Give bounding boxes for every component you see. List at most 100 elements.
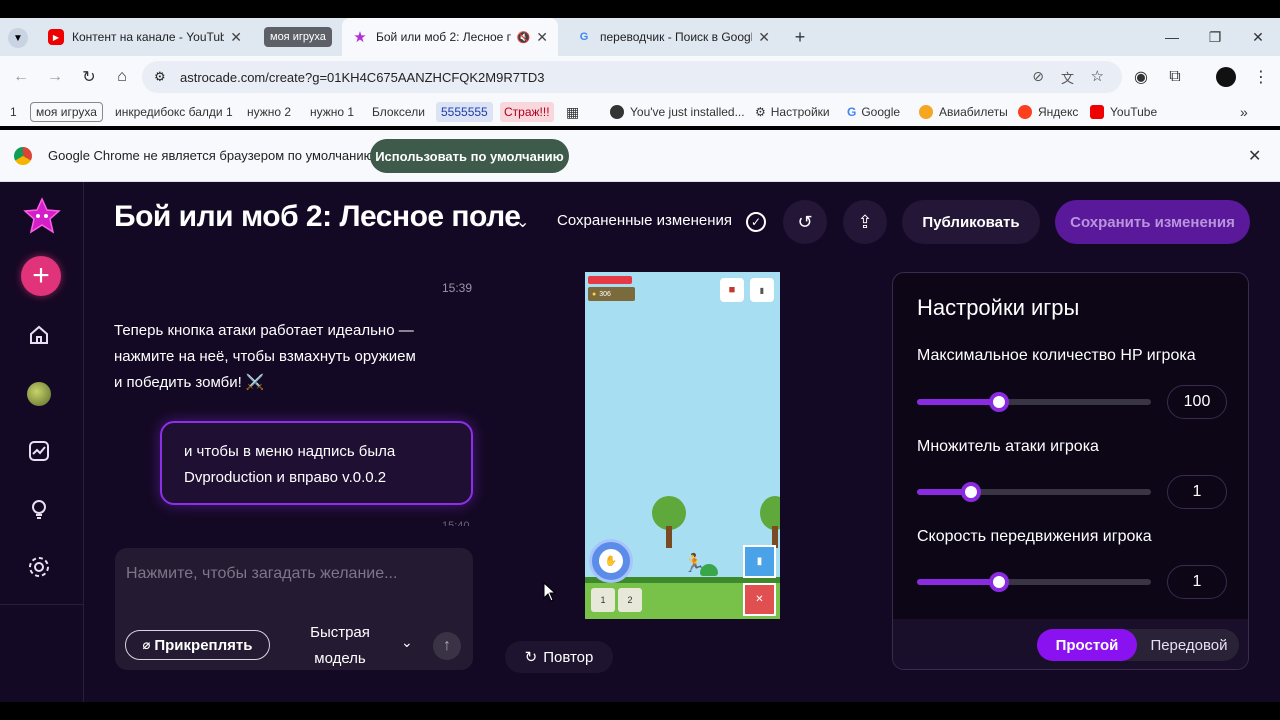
minimize-button[interactable]: — bbox=[1150, 18, 1194, 56]
refresh-icon: ↻ bbox=[524, 649, 538, 666]
save-changes-button[interactable]: Сохранить изменения bbox=[1055, 200, 1250, 244]
speed-value-input[interactable]: 1 bbox=[1167, 565, 1227, 599]
slider-fill bbox=[917, 579, 999, 585]
new-tab-button[interactable]: + bbox=[790, 27, 810, 47]
forward-button[interactable]: → bbox=[40, 56, 70, 98]
set-default-button[interactable]: Использовать по умолчанию bbox=[370, 139, 569, 173]
analytics-icon[interactable] bbox=[22, 434, 56, 468]
pause-icon[interactable]: ▮ bbox=[750, 278, 774, 302]
gear-icon: ⚙ bbox=[755, 105, 766, 119]
home-button[interactable]: ⌂ bbox=[107, 56, 137, 98]
chevron-down-icon[interactable]: ⌄ bbox=[516, 212, 529, 232]
attach-button[interactable]: ⌀ Прикреплять bbox=[125, 630, 270, 660]
close-infobar-icon[interactable]: ✕ bbox=[1248, 146, 1261, 166]
bookmark-item[interactable]: Страж!!! bbox=[500, 102, 554, 122]
history-button[interactable]: ↺ bbox=[783, 200, 827, 244]
site-info-icon[interactable]: ⚙ bbox=[154, 69, 166, 85]
jump-button[interactable]: ▮ bbox=[743, 545, 776, 578]
profile-avatar[interactable] bbox=[1216, 67, 1236, 87]
slider-knob-hp[interactable] bbox=[989, 392, 1009, 412]
prompt-input-box[interactable]: Нажмите, чтобы загадать желание... ⌀ Прик… bbox=[115, 548, 473, 670]
slider-knob-speed[interactable] bbox=[989, 572, 1009, 592]
more-bookmarks-icon[interactable]: » bbox=[1240, 102, 1248, 122]
close-tab-icon[interactable]: ✕ bbox=[752, 29, 770, 46]
eye-off-icon[interactable]: ⊘ bbox=[1032, 68, 1044, 85]
chevron-down-icon[interactable]: ⌄ bbox=[401, 634, 413, 651]
tab-active-game[interactable]: ★ Бой или моб 2: Лесное поле 🔇 ✕ bbox=[342, 18, 558, 56]
share-button[interactable]: ⇪ bbox=[843, 200, 887, 244]
bookmark-item[interactable]: нужно 1 bbox=[310, 102, 354, 122]
bookmark-item[interactable]: G Google bbox=[847, 102, 900, 122]
bookmark-star-icon[interactable]: ☆ bbox=[1091, 67, 1104, 85]
bookmark-item[interactable]: моя игруха bbox=[30, 102, 103, 122]
tab-youtube-studio[interactable]: ▶ Контент на канале - YouTube Studio ✕ bbox=[38, 18, 252, 56]
mode-simple-button[interactable]: Простой bbox=[1037, 629, 1137, 661]
tab-search-icon[interactable]: ▼ bbox=[8, 28, 28, 48]
score-display: ● 306 bbox=[588, 287, 635, 301]
astrocade-logo-icon[interactable] bbox=[22, 196, 62, 236]
mode-toggle-bar: Простой Передовой bbox=[893, 619, 1248, 669]
menu-icon[interactable]: ⋮ bbox=[1246, 56, 1276, 98]
restore-button[interactable]: ❐ bbox=[1193, 18, 1237, 56]
bookmark-item[interactable]: 5555555 bbox=[436, 102, 493, 122]
bookmark-item[interactable]: YouTube bbox=[1090, 102, 1157, 122]
tab-group-label[interactable]: моя игруха bbox=[264, 27, 332, 47]
mute-icon[interactable]: 🔇 bbox=[517, 31, 531, 44]
tab-google-search[interactable]: G переводчик - Поиск в Google ✕ bbox=[566, 18, 780, 56]
translate-icon[interactable]: 文 bbox=[1061, 68, 1074, 87]
tree-icon bbox=[760, 496, 780, 530]
settings-gear-icon[interactable] bbox=[22, 550, 56, 584]
coin-icon: ● bbox=[592, 290, 597, 298]
lightbulb-icon[interactable] bbox=[22, 492, 56, 526]
slot-2-button[interactable]: 2 bbox=[618, 588, 642, 612]
hp-value-input[interactable]: 100 bbox=[1167, 385, 1227, 419]
bookmark-item[interactable]: Блоксели bbox=[372, 102, 425, 122]
tab-strip: ▼ ▶ Контент на канале - YouTube Studio ✕… bbox=[0, 18, 1280, 56]
sidebar-divider bbox=[0, 604, 84, 605]
default-browser-infobar: Google Chrome не является браузером по у… bbox=[0, 130, 1280, 182]
slider-knob-attack[interactable] bbox=[961, 482, 981, 502]
back-button[interactable]: ← bbox=[6, 56, 36, 98]
repeat-button[interactable]: ↻ Повтор bbox=[505, 641, 613, 673]
bookmark-item[interactable]: 1 bbox=[10, 102, 17, 122]
prompt-placeholder: Нажмите, чтобы загадать желание... bbox=[126, 565, 398, 582]
create-plus-button[interactable]: + bbox=[21, 256, 61, 296]
apps-grid-icon[interactable]: ▦ bbox=[566, 102, 579, 122]
hand-icon: ✋ bbox=[599, 549, 623, 573]
joystick[interactable]: ✋ bbox=[589, 539, 633, 583]
bookmark-item[interactable]: Яндекс bbox=[1018, 102, 1078, 122]
google-icon: G bbox=[847, 105, 857, 119]
mode-advanced-button[interactable]: Передовой bbox=[1139, 629, 1239, 661]
chrome-icon bbox=[14, 147, 32, 165]
send-button[interactable]: ↑ bbox=[433, 632, 461, 660]
message-time: 15:40 bbox=[442, 520, 470, 526]
bookmark-item[interactable]: You've just installed... bbox=[610, 102, 745, 122]
address-bar[interactable]: ⚙ astrocade.com/create?g=01KH4C675AANZHC… bbox=[142, 61, 1122, 93]
extensions-icon[interactable]: ⧉ bbox=[1160, 56, 1190, 98]
attack-button[interactable]: ✕ bbox=[743, 583, 776, 616]
slider-label: Скорость передвижения игрока bbox=[917, 528, 1152, 545]
user-avatar[interactable] bbox=[27, 382, 51, 406]
publish-button[interactable]: Публиковать bbox=[902, 200, 1040, 244]
close-tab-icon[interactable]: ✕ bbox=[530, 29, 548, 46]
saved-status: Сохраненные изменения bbox=[557, 212, 732, 229]
bookmark-item[interactable]: ⚙ Настройки bbox=[755, 102, 830, 122]
game-title[interactable]: Бой или моб 2: Лесное поле bbox=[114, 200, 521, 234]
shop-icon[interactable]: ■ bbox=[720, 278, 744, 302]
game-preview[interactable]: ● 306 ■ ▮ 🏃 ✋ ▮ ✕ 1 2 bbox=[585, 272, 780, 619]
bookmarks-bar: 1 моя игруха инкредибокс балди 1 нужно 2… bbox=[0, 98, 1280, 126]
close-tab-icon[interactable]: ✕ bbox=[224, 29, 242, 46]
attack-value-input[interactable]: 1 bbox=[1167, 475, 1227, 509]
incognito-icon[interactable]: ◉ bbox=[1126, 56, 1156, 98]
model-select[interactable]: Быстрая модель bbox=[305, 620, 375, 672]
close-window-button[interactable]: ✕ bbox=[1236, 18, 1280, 56]
google-icon: G bbox=[579, 31, 589, 43]
slot-1-button[interactable]: 1 bbox=[591, 588, 615, 612]
astrocade-star-icon: ★ bbox=[353, 29, 367, 46]
bookmark-item[interactable]: нужно 2 bbox=[247, 102, 291, 122]
bookmark-item[interactable]: Авиабилеты bbox=[919, 102, 1008, 122]
home-icon[interactable] bbox=[22, 318, 56, 352]
bookmark-item[interactable]: инкредибокс балди 1 bbox=[115, 102, 233, 122]
paperclip-icon: ⌀ bbox=[142, 637, 151, 652]
reload-button[interactable]: ↻ bbox=[74, 56, 104, 98]
